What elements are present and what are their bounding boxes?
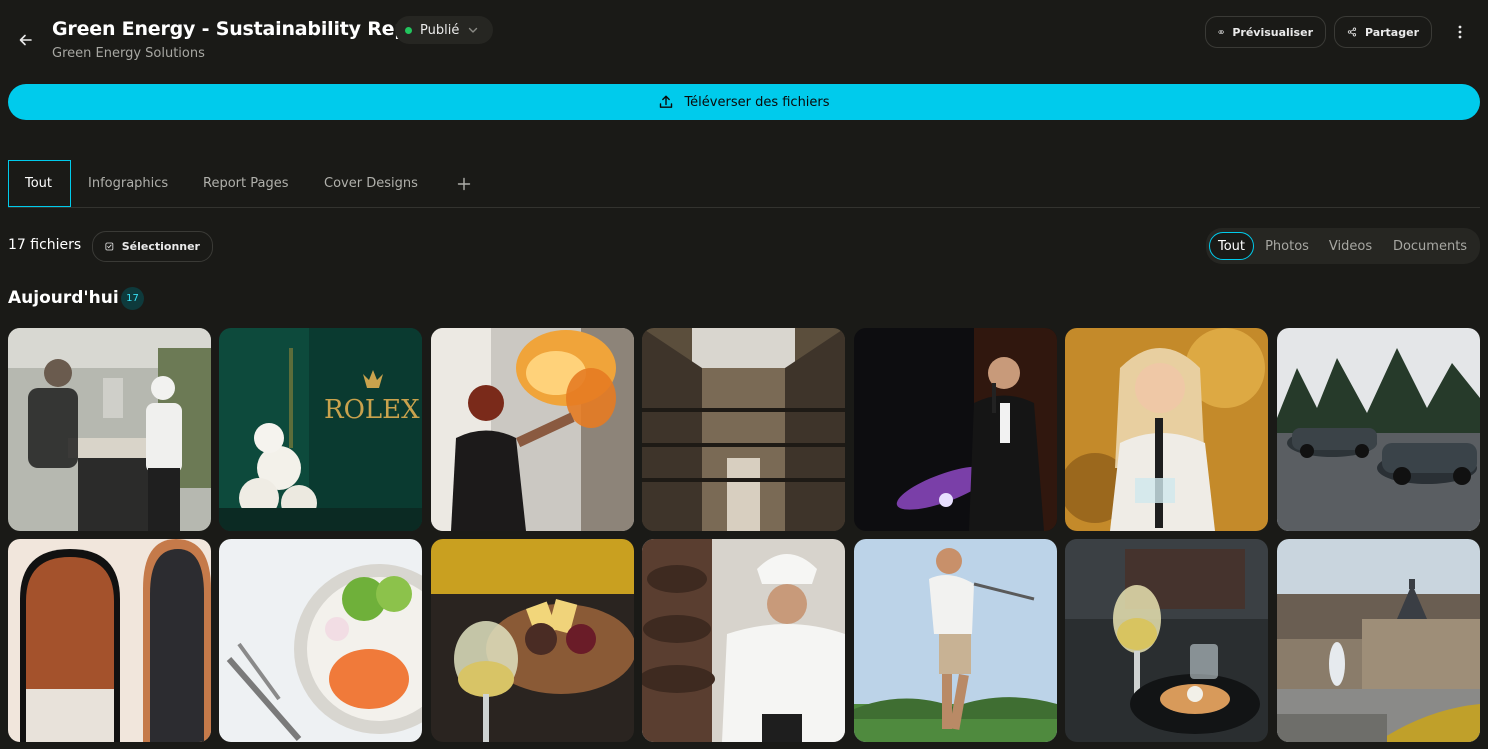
add-tab-button[interactable] — [452, 172, 476, 196]
photo-speaker-with-microphone[interactable] — [854, 328, 1057, 531]
photo-woman-with-award-image — [1065, 328, 1268, 531]
upload-label: Téléverser des fichiers — [684, 94, 830, 110]
tab-infographics[interactable]: Infographics — [88, 160, 168, 207]
more-vertical-icon — [1458, 25, 1462, 39]
preview-label: Prévisualiser — [1232, 25, 1313, 39]
photo-golfer-swing-image — [854, 539, 1057, 742]
file-count: 17 fichiers — [8, 237, 82, 253]
photo-woman-with-award[interactable] — [1065, 328, 1268, 531]
page-header: Green Energy - Sustainability Report Gre… — [0, 0, 1488, 80]
photo-salmon-poke-bowl[interactable] — [219, 539, 422, 742]
tab-report-pages[interactable]: Report Pages — [203, 160, 288, 207]
preview-button[interactable]: Prévisualiser — [1205, 16, 1326, 48]
photo-race-cars-image — [1277, 328, 1480, 531]
select-button[interactable]: Sélectionner — [92, 231, 213, 262]
select-label: Sélectionner — [121, 240, 200, 253]
photo-kitchen-chef-service-image — [8, 328, 211, 531]
collection-tabs: Tout Infographics Report Pages Cover Des… — [8, 160, 1480, 208]
back-button[interactable] — [14, 28, 38, 52]
photo-fire-breather-image — [431, 328, 634, 531]
photo-cheese-platter-wine[interactable] — [431, 539, 634, 742]
more-options-button[interactable] — [1448, 20, 1472, 44]
photo-chef-chocolate-fountain[interactable] — [642, 539, 845, 742]
page-subtitle: Green Energy Solutions — [52, 46, 205, 61]
photo-white-wine-dinner-plate-image — [1065, 539, 1268, 742]
photo-hotel-room-arched-mirror[interactable] — [8, 539, 211, 742]
share-button[interactable]: Partager — [1334, 16, 1432, 48]
filter-all[interactable]: Tout — [1209, 232, 1254, 260]
photo-chateau-fountain-image — [1277, 539, 1480, 742]
photo-industrial-atrium-hall-image — [642, 328, 845, 531]
share-icon — [1347, 27, 1357, 37]
upload-files-button[interactable]: Téléverser des fichiers — [8, 84, 1480, 120]
photo-speaker-with-microphone-image — [854, 328, 1057, 531]
photo-kitchen-chef-service[interactable] — [8, 328, 211, 531]
svg-text:ROLEX: ROLEX — [324, 395, 420, 425]
photo-rolex-orchids-event-image: ROLEX — [219, 328, 422, 531]
photo-chef-chocolate-fountain-image — [642, 539, 845, 742]
media-type-filter: Tout Photos Videos Documents — [1206, 228, 1480, 264]
photo-industrial-atrium-hall[interactable] — [642, 328, 845, 531]
checkbox-icon — [105, 242, 114, 251]
tab-cover-designs[interactable]: Cover Designs — [324, 160, 418, 207]
chevron-down-icon — [469, 27, 478, 33]
plus-icon — [457, 177, 471, 191]
status-dropdown[interactable]: Publié — [395, 16, 494, 44]
status-label: Publié — [420, 22, 460, 38]
filter-documents[interactable]: Documents — [1388, 232, 1472, 260]
photo-white-wine-dinner-plate[interactable] — [1065, 539, 1268, 742]
status-dot — [405, 26, 412, 34]
tab-tout[interactable]: Tout — [8, 160, 71, 207]
section-title: Aujourd'hui — [8, 288, 119, 308]
photo-cheese-platter-wine-image — [431, 539, 634, 742]
share-label: Partager — [1364, 25, 1419, 39]
upload-icon — [660, 95, 673, 108]
photo-race-cars[interactable] — [1277, 328, 1480, 531]
arrow-left-icon — [19, 34, 32, 46]
eye-icon — [1218, 29, 1225, 35]
section-count-badge: 17 — [121, 287, 144, 310]
photo-fire-breather[interactable] — [431, 328, 634, 531]
filter-videos[interactable]: Videos — [1322, 232, 1379, 260]
photo-salmon-poke-bowl-image — [219, 539, 422, 742]
photo-chateau-fountain[interactable] — [1277, 539, 1480, 742]
photo-hotel-room-arched-mirror-image — [8, 539, 211, 742]
page-title: Green Energy - Sustainability Report — [52, 18, 439, 40]
filter-photos[interactable]: Photos — [1260, 232, 1314, 260]
photo-rolex-orchids-event[interactable]: ROLEX — [219, 328, 422, 531]
photo-golfer-swing[interactable] — [854, 539, 1057, 742]
